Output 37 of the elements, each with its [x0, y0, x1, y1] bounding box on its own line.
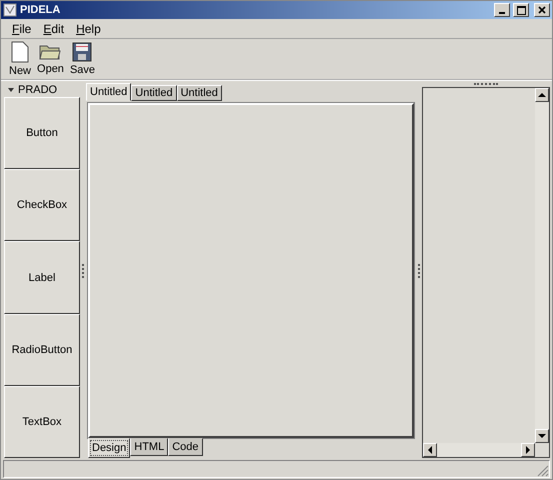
maximize-button[interactable]: [513, 3, 529, 17]
horizontal-scrollbar[interactable]: [423, 443, 535, 457]
palette-header[interactable]: PRADO: [4, 83, 80, 97]
toolbar-button[interactable]: Save: [70, 42, 96, 76]
palette-button[interactable]: Button: [4, 97, 80, 170]
view-tab[interactable]: Code: [168, 438, 202, 456]
view-tab[interactable]: HTML: [130, 438, 168, 456]
menu-item[interactable]: Help: [71, 22, 106, 36]
scroll-left-button[interactable]: [423, 443, 437, 457]
scroll-down-button[interactable]: [535, 429, 549, 443]
view-tab[interactable]: Design: [88, 438, 130, 458]
minimize-button[interactable]: [494, 3, 510, 17]
arrow-icon: [427, 446, 433, 454]
document-tab[interactable]: Untitled: [86, 83, 132, 101]
folder-icon: [39, 43, 62, 61]
palette-button[interactable]: TextBox: [4, 386, 80, 458]
document-tab[interactable]: Untitled: [176, 85, 222, 101]
expand-arrow-icon: [8, 88, 14, 92]
close-button[interactable]: [534, 3, 550, 17]
menu-item[interactable]: Edit: [38, 22, 70, 36]
app-icon: [3, 3, 17, 17]
document-tab[interactable]: Untitled: [131, 85, 177, 101]
palette-button[interactable]: RadioButton: [4, 314, 80, 386]
close-icon: [538, 6, 546, 14]
resize-grip-icon[interactable]: [537, 465, 549, 477]
window-title: PIDELA: [20, 4, 62, 16]
document-icon: [11, 41, 29, 63]
scroll-right-button[interactable]: [521, 443, 535, 457]
toolbar-button[interactable]: Open: [37, 43, 64, 75]
vertical-scrollbar[interactable]: [535, 88, 549, 443]
menu-item[interactable]: File: [7, 22, 36, 36]
scroll-up-button[interactable]: [535, 88, 549, 102]
toolbar-button[interactable]: New: [9, 41, 32, 77]
maximize-icon: [516, 6, 526, 14]
arrow-icon: [538, 92, 546, 98]
palette-button[interactable]: Label: [4, 241, 80, 314]
palette-button[interactable]: CheckBox: [4, 169, 80, 242]
